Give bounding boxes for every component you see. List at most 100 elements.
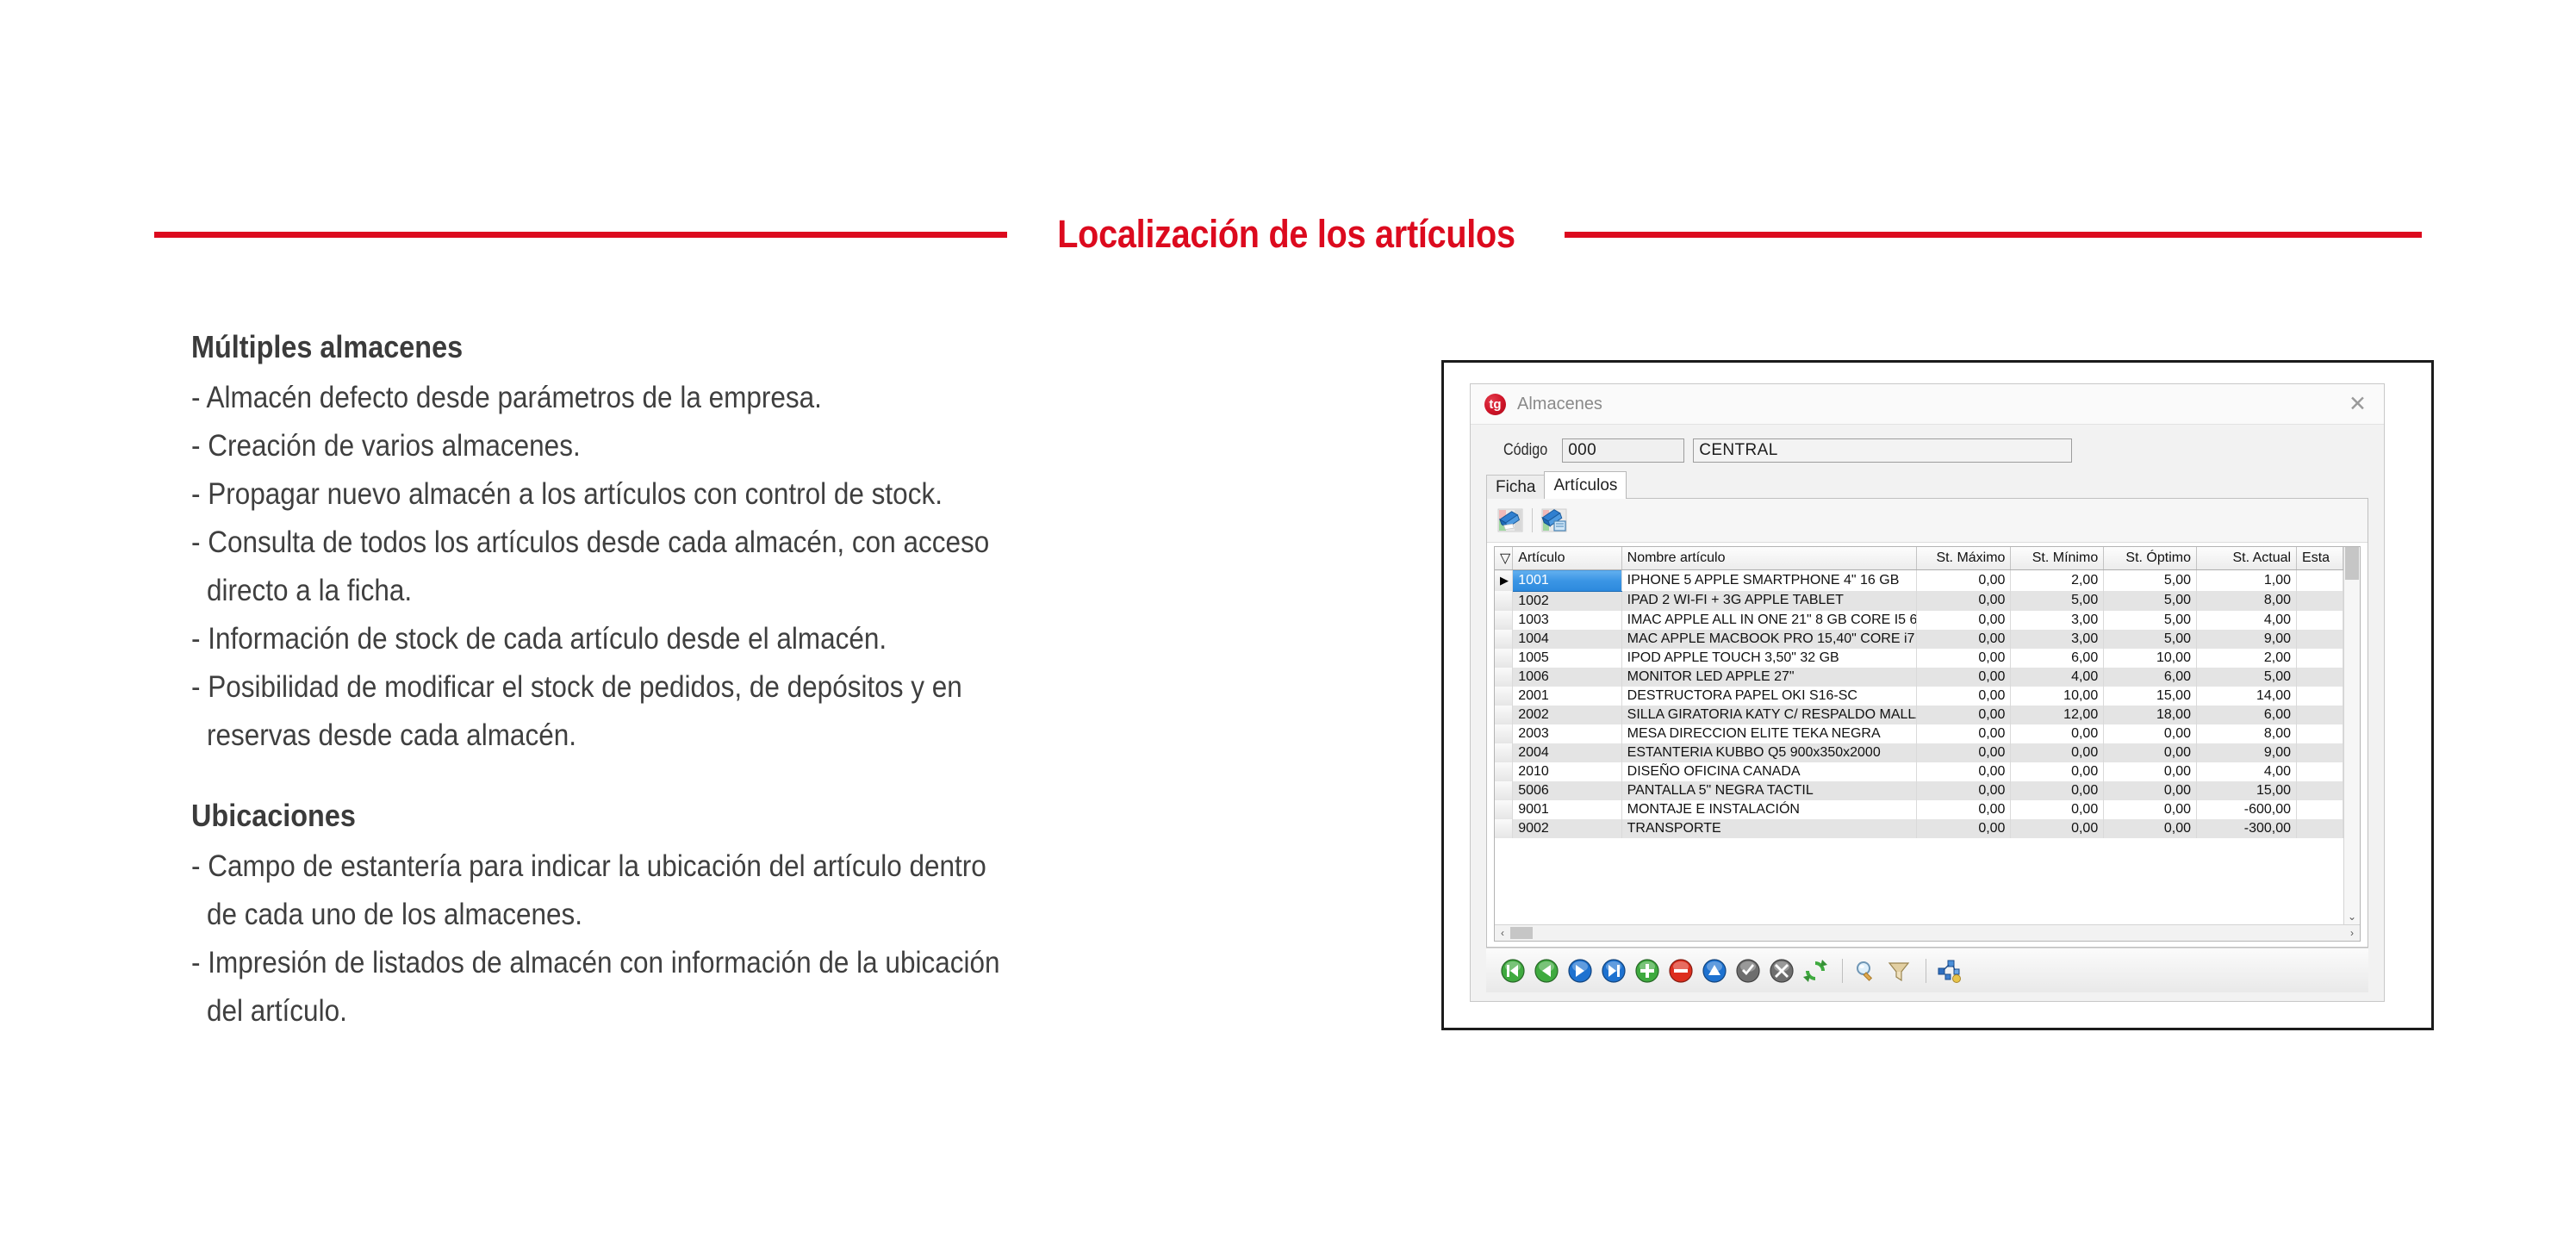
cell-min[interactable]: 4,00: [2010, 667, 2105, 687]
column-header-0[interactable]: Artículo: [1512, 547, 1622, 570]
column-header-5[interactable]: St. Actual: [2196, 547, 2298, 570]
table-row[interactable]: 1005 IPOD APPLE TOUCH 3,50" 32 GB 0,00 6,00…: [1495, 648, 2343, 668]
cell-min[interactable]: 0,00: [2010, 743, 2105, 762]
table-row[interactable]: 2003 MESA DIRECCION ELITE TEKA NEGRA 0,00 0…: [1495, 724, 2343, 743]
cell-nombre[interactable]: TRANSPORTE: [1621, 818, 1917, 838]
cell-articulo[interactable]: 1004: [1512, 629, 1622, 649]
table-row[interactable]: 1006 MONITOR LED APPLE 27" 0,00 4,00 6,00 5,0…: [1495, 667, 2343, 687]
cell-act[interactable]: 6,00: [2196, 705, 2298, 724]
code-input[interactable]: 000: [1562, 438, 1685, 463]
cell-act[interactable]: 15,00: [2196, 780, 2298, 800]
cell-max[interactable]: 0,00: [1916, 743, 2012, 762]
table-row[interactable]: 9001 MONTAJE E INSTALACIÓN 0,00 0,00 0,00 -60…: [1495, 799, 2343, 819]
filter-button[interactable]: [1884, 956, 1913, 986]
vscroll-thumb[interactable]: [2345, 547, 2359, 580]
cell-estado[interactable]: [2296, 667, 2343, 687]
cell-max[interactable]: 0,00: [1916, 762, 2012, 781]
cell-min[interactable]: 5,00: [2010, 591, 2105, 611]
cell-max[interactable]: 0,00: [1916, 780, 2012, 800]
cell-estado[interactable]: [2296, 569, 2343, 591]
cell-min[interactable]: 0,00: [2010, 724, 2105, 743]
cell-opt[interactable]: 6,00: [2103, 667, 2197, 687]
cell-nombre[interactable]: DESTRUCTORA PAPEL OKI S16-SC: [1621, 686, 1917, 706]
table-row[interactable]: 2001 DESTRUCTORA PAPEL OKI S16-SC 0,00 10,0…: [1495, 686, 2343, 706]
cell-articulo[interactable]: 2004: [1512, 743, 1622, 762]
column-header-3[interactable]: St. Mínimo: [2010, 547, 2105, 570]
horizontal-scrollbar[interactable]: ‹ ›: [1495, 924, 2360, 941]
cell-min[interactable]: 2,00: [2010, 569, 2105, 591]
cell-min[interactable]: 3,00: [2010, 629, 2105, 649]
cell-max[interactable]: 0,00: [1916, 569, 2012, 591]
vscroll-track[interactable]: [2344, 547, 2360, 909]
table-row[interactable]: 9002 TRANSPORTE 0,00 0,00 0,00 -300,00: [1495, 818, 2343, 838]
cell-max[interactable]: 0,00: [1916, 705, 2012, 724]
close-icon[interactable]: ✕: [2343, 393, 2372, 415]
cell-opt[interactable]: 5,00: [2103, 610, 2197, 630]
vertical-scrollbar[interactable]: ⌄: [2343, 547, 2360, 924]
cell-estado[interactable]: [2296, 705, 2343, 724]
cell-articulo[interactable]: 5006: [1512, 780, 1622, 800]
tab-art-culos[interactable]: Artículos: [1544, 471, 1627, 499]
cell-estado[interactable]: [2296, 724, 2343, 743]
cell-estado[interactable]: [2296, 686, 2343, 706]
cell-opt[interactable]: 5,00: [2103, 629, 2197, 649]
cell-max[interactable]: 0,00: [1916, 610, 2012, 630]
cell-estado[interactable]: [2296, 818, 2343, 838]
cell-articulo[interactable]: 2010: [1512, 762, 1622, 781]
cell-articulo[interactable]: 1001: [1512, 569, 1622, 592]
cell-act[interactable]: 2,00: [2196, 648, 2298, 668]
cell-max[interactable]: 0,00: [1916, 667, 2012, 687]
cell-articulo[interactable]: 2002: [1512, 705, 1622, 724]
cell-max[interactable]: 0,00: [1916, 648, 2012, 668]
cancel-button[interactable]: [1767, 956, 1796, 986]
column-header-4[interactable]: St. Óptimo: [2103, 547, 2197, 570]
cell-opt[interactable]: 18,00: [2103, 705, 2197, 724]
cell-max[interactable]: 0,00: [1916, 799, 2012, 819]
cell-opt[interactable]: 5,00: [2103, 591, 2197, 611]
chevron-left-icon[interactable]: ‹: [1495, 925, 1510, 941]
chevron-right-icon[interactable]: ›: [2344, 925, 2360, 941]
cell-estado[interactable]: [2296, 648, 2343, 668]
cell-estado[interactable]: [2296, 780, 2343, 800]
table-row[interactable]: 2004 ESTANTERIA KUBBO Q5 900x350x2000 0,00…: [1495, 743, 2343, 762]
confirm-button[interactable]: [1733, 956, 1763, 986]
cell-estado[interactable]: [2296, 743, 2343, 762]
settings-button[interactable]: [1934, 956, 1963, 986]
cell-min[interactable]: 6,00: [2010, 648, 2105, 668]
cell-nombre[interactable]: IPOD APPLE TOUCH 3,50" 32 GB: [1621, 648, 1917, 668]
cell-act[interactable]: 14,00: [2196, 686, 2298, 706]
cell-opt[interactable]: 10,00: [2103, 648, 2197, 668]
cell-act[interactable]: 9,00: [2196, 629, 2298, 649]
cell-estado[interactable]: [2296, 762, 2343, 781]
cell-min[interactable]: 0,00: [2010, 799, 2105, 819]
first-record-button[interactable]: [1498, 956, 1528, 986]
hscroll-track[interactable]: [1510, 925, 2344, 941]
cell-max[interactable]: 0,00: [1916, 818, 2012, 838]
cell-nombre[interactable]: MAC APPLE MACBOOK PRO 15,40" CORE i7 64 …: [1621, 629, 1917, 649]
cell-max[interactable]: 0,00: [1916, 724, 2012, 743]
cell-act[interactable]: 5,00: [2196, 667, 2298, 687]
cell-opt[interactable]: 0,00: [2103, 780, 2197, 800]
filter-indicator-icon[interactable]: ▽: [1495, 547, 1514, 570]
cell-act[interactable]: -600,00: [2196, 799, 2298, 819]
table-row[interactable]: 1002 IPAD 2 WI-FI + 3G APPLE TABLET 0,00 5,…: [1495, 591, 2343, 611]
cell-nombre[interactable]: DISEÑO OFICINA CANADA: [1621, 762, 1917, 781]
cell-nombre[interactable]: SILLA GIRATORIA KATY C/ RESPALDO MALLA: [1621, 705, 1917, 724]
add-record-button[interactable]: [1633, 956, 1662, 986]
cell-act[interactable]: 1,00: [2196, 569, 2298, 591]
table-row[interactable]: 2010 DISEÑO OFICINA CANADA 0,00 0,00 0,00 4,0…: [1495, 762, 2343, 781]
table-row[interactable]: 1004 MAC APPLE MACBOOK PRO 15,40" CORE i7…: [1495, 629, 2343, 649]
cell-articulo[interactable]: 1002: [1512, 591, 1622, 611]
cell-nombre[interactable]: PANTALLA 5" NEGRA TACTIL: [1621, 780, 1917, 800]
cell-nombre[interactable]: ESTANTERIA KUBBO Q5 900x350x2000: [1621, 743, 1917, 762]
cell-min[interactable]: 0,00: [2010, 762, 2105, 781]
cell-opt[interactable]: 0,00: [2103, 762, 2197, 781]
cell-act[interactable]: 8,00: [2196, 724, 2298, 743]
open-article-icon[interactable]: [1496, 506, 1525, 535]
hscroll-thumb[interactable]: [1510, 927, 1533, 939]
cell-articulo[interactable]: 1006: [1512, 667, 1622, 687]
cell-nombre[interactable]: MONTAJE E INSTALACIÓN: [1621, 799, 1917, 819]
article-card-icon[interactable]: [1540, 506, 1569, 535]
cell-nombre[interactable]: MONITOR LED APPLE 27": [1621, 667, 1917, 687]
cell-articulo[interactable]: 9001: [1512, 799, 1622, 819]
